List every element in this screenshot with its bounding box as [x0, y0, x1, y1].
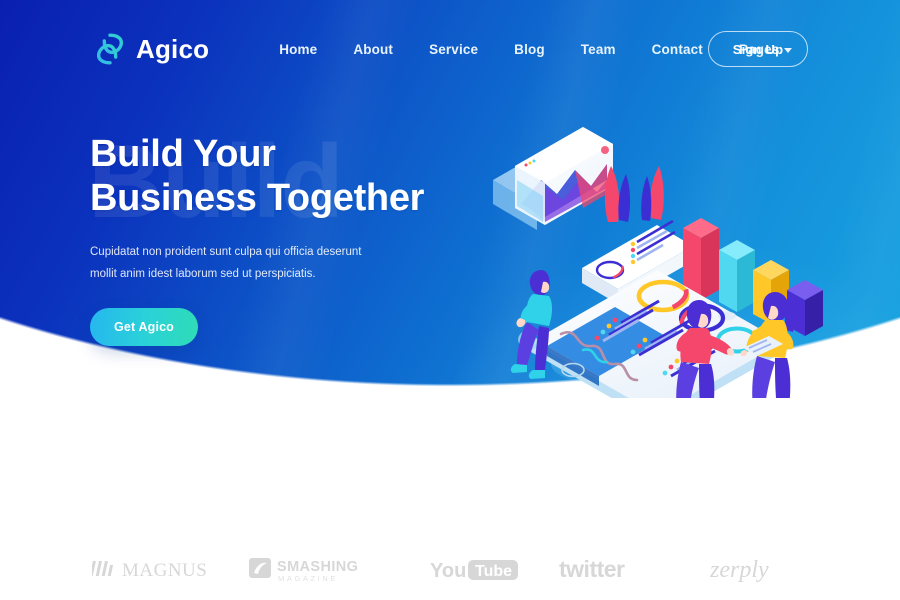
client-logo-youtube-sublabel: Tube: [475, 563, 512, 580]
hero-title-line-2: Business Together: [90, 177, 425, 220]
client-logo-zerply-label: zerply: [710, 557, 769, 583]
nav-item-about[interactable]: About: [335, 36, 411, 63]
nav-item-home[interactable]: Home: [261, 36, 335, 63]
client-logo-smashing-sublabel: MAGAZINE: [278, 574, 338, 583]
client-logos-strip: MAGNUS SMASHING MAGAZINE You Tube twitte…: [0, 538, 900, 600]
hero-illustration: [487, 118, 837, 398]
agico-circle-icon: [93, 32, 127, 66]
client-logo-zerply: zerply: [710, 555, 808, 583]
illustration-person-sitting-left: [510, 270, 552, 379]
brand-logo[interactable]: Agico: [93, 32, 209, 66]
illustration-person-right: [740, 292, 794, 398]
client-logo-twitter: twitter: [559, 555, 677, 583]
client-logo-youtube-label: You: [430, 560, 466, 582]
nav-item-blog[interactable]: Blog: [496, 36, 563, 63]
brand-name: Agico: [136, 34, 210, 64]
hero-subtitle: Cupidatat non proident sunt culpa qui of…: [90, 245, 362, 281]
hero-title-line-1: Build Your: [90, 133, 276, 175]
client-logo-smashing-label: SMASHING: [277, 559, 358, 575]
page-title: Build Your Business Together: [90, 132, 510, 221]
client-logo-twitter-label: twitter: [559, 556, 625, 582]
client-logo-smashing: SMASHING MAGAZINE: [249, 554, 397, 584]
landing-page: Agico Home About Service Blog Team Conta…: [0, 0, 900, 600]
hero-copy: Build Build Your Business Together Cupid…: [88, 130, 510, 346]
illustration-chart-window: [493, 127, 613, 230]
client-logo-youtube: You Tube: [430, 555, 526, 583]
main-navbar: Agico Home About Service Blog Team Conta…: [0, 0, 900, 98]
nav-item-service[interactable]: Service: [411, 36, 496, 63]
nav-item-team[interactable]: Team: [563, 36, 634, 63]
sign-up-button[interactable]: Sign Up: [708, 31, 808, 67]
client-logo-magnus: MAGNUS: [92, 556, 216, 582]
client-logo-magnus-label: MAGNUS: [122, 560, 207, 581]
get-agico-button[interactable]: Get Agico: [90, 307, 198, 346]
